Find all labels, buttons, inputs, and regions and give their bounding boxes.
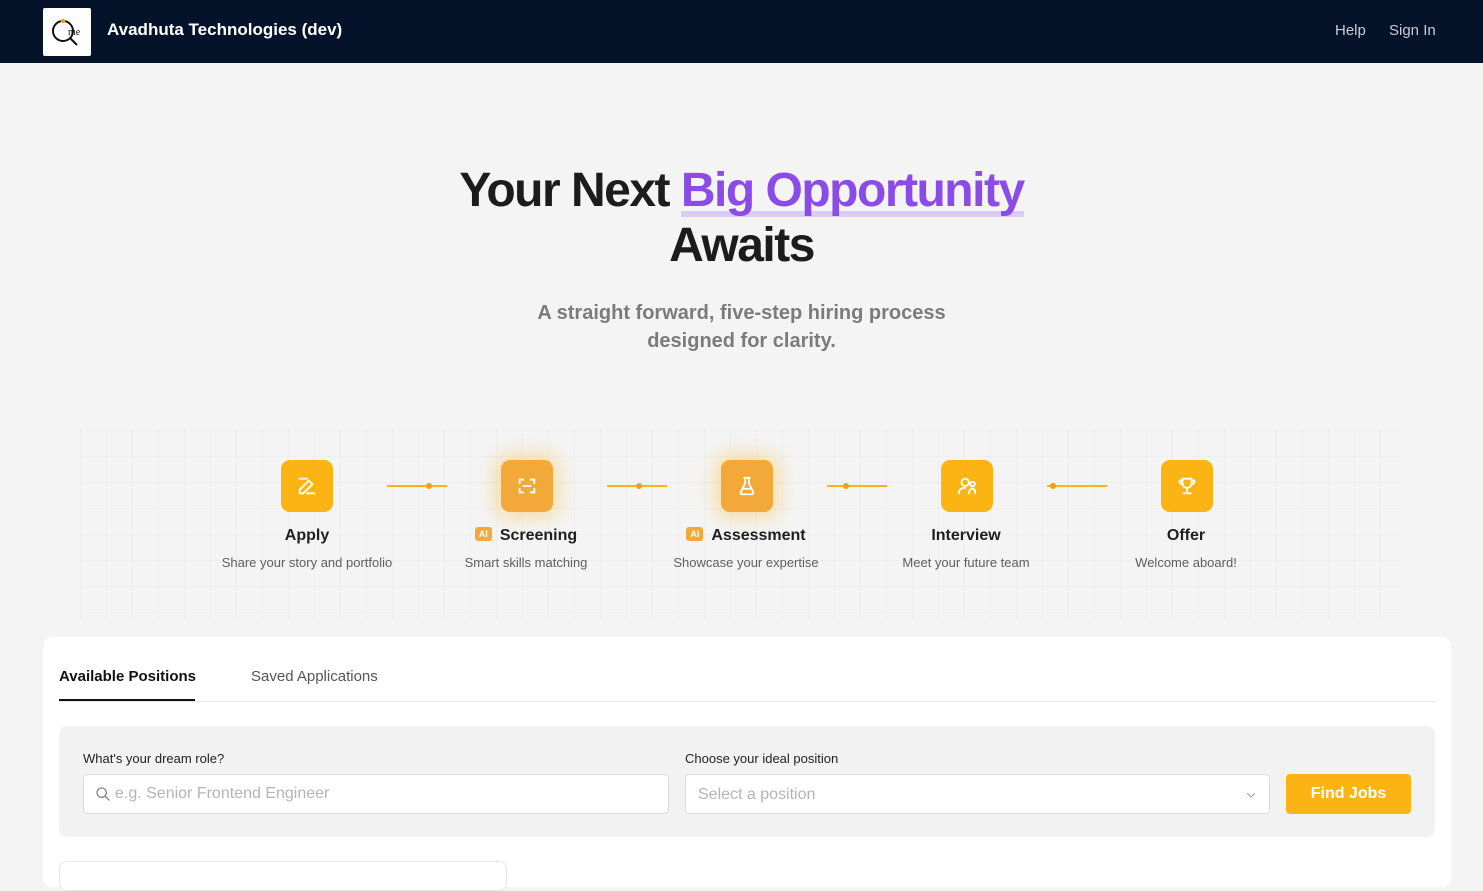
ai-badge: AI: [686, 527, 704, 541]
ai-badge: AI: [474, 527, 492, 541]
help-link[interactable]: Help: [1335, 22, 1366, 39]
role-search-field[interactable]: [83, 774, 669, 814]
hero-title-accent: Big Opportunity: [680, 164, 1025, 217]
active-tab-underline: [59, 699, 195, 701]
scan-icon: [501, 460, 553, 512]
trophy-icon: [1161, 460, 1213, 512]
hero-title: Your Next Big Opportunity: [0, 163, 1483, 218]
role-label: What's your dream role?: [83, 751, 225, 766]
step-desc-interview: Meet your future team: [902, 555, 1030, 570]
job-result-card[interactable]: [59, 861, 507, 891]
tab-divider: [59, 701, 1435, 702]
step-desc-assessment: Showcase your expertise: [673, 555, 819, 570]
hero-subtitle-line1: A straight forward, five-step hiring pro…: [537, 302, 946, 324]
step-title-interview: Interview: [931, 527, 1001, 544]
tab-available-positions[interactable]: Available Positions: [59, 668, 196, 685]
chevron-down-icon: [1247, 793, 1255, 798]
search-icon: [96, 787, 110, 801]
edit-icon: [281, 460, 333, 512]
steps-grid-background: [80, 430, 1400, 620]
people-icon: [941, 460, 993, 512]
company-logo[interactable]: me: [43, 8, 91, 56]
hero-subtitle-line2: designed for clarity.: [647, 330, 836, 352]
step-title-screening: AI Screening: [416, 527, 636, 545]
flask-icon: [721, 460, 773, 512]
step-title-screening-label: Screening: [499, 527, 578, 544]
position-select-placeholder: Select a position: [698, 786, 816, 803]
step-connector: [387, 483, 447, 489]
logo-text: me: [68, 27, 81, 38]
step-title-assessment: AI Assessment: [636, 527, 856, 545]
step-connector: [1047, 483, 1107, 489]
position-select[interactable]: Select a position: [685, 774, 1270, 814]
hero-title-line2: Awaits: [669, 219, 815, 272]
find-jobs-button[interactable]: Find Jobs: [1286, 774, 1411, 814]
step-connector: [607, 483, 667, 489]
step-desc-offer: Welcome aboard!: [1135, 555, 1237, 570]
step-desc-screening: Smart skills matching: [464, 555, 588, 570]
step-connector: [827, 483, 887, 489]
step-desc-apply: Share your story and portfolio: [221, 555, 393, 570]
position-label: Choose your ideal position: [685, 751, 839, 766]
magnifier-logo-icon: me: [52, 18, 81, 46]
step-title-assessment-label: Assessment: [711, 527, 806, 544]
company-name: Avadhuta Technologies (dev): [107, 20, 343, 39]
role-search-input[interactable]: [84, 775, 668, 813]
tab-saved-applications[interactable]: Saved Applications: [251, 668, 378, 685]
hero-title-prefix: Your Next: [459, 164, 670, 217]
top-navbar: me Avadhuta Technologies (dev) Help Sign…: [0, 0, 1483, 63]
sign-in-link[interactable]: Sign In: [1389, 22, 1436, 39]
step-title-offer: Offer: [1166, 527, 1206, 544]
step-title-apply: Apply: [284, 527, 330, 544]
